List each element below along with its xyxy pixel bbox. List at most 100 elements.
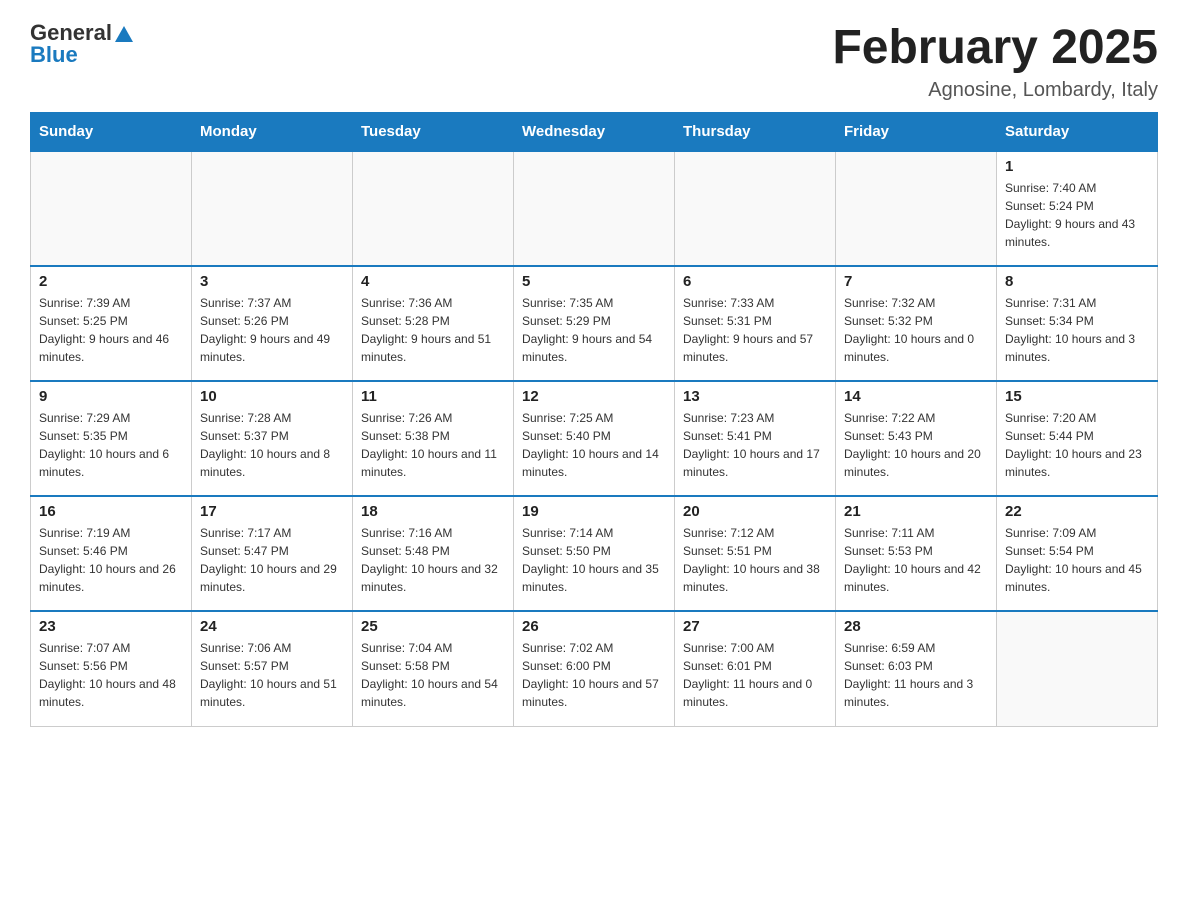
- table-row: 12 Sunrise: 7:25 AMSunset: 5:40 PMDayligh…: [514, 381, 675, 496]
- day-info: Sunrise: 7:39 AMSunset: 5:25 PMDaylight:…: [39, 294, 183, 366]
- day-number: 21: [844, 503, 988, 520]
- day-info: Sunrise: 7:02 AMSunset: 6:00 PMDaylight:…: [522, 639, 666, 711]
- day-number: 18: [361, 503, 505, 520]
- day-info: Sunrise: 7:19 AMSunset: 5:46 PMDaylight:…: [39, 524, 183, 596]
- day-number: 20: [683, 503, 827, 520]
- table-row: 20 Sunrise: 7:12 AMSunset: 5:51 PMDayligh…: [675, 496, 836, 611]
- table-row: 13Sunrise: 7:23 AMSunset: 5:41 PMDayligh…: [675, 381, 836, 496]
- day-number: 9: [39, 388, 183, 405]
- table-row: 18 Sunrise: 7:16 AMSunset: 5:48 PMDayligh…: [353, 496, 514, 611]
- calendar-week-1: 1 Sunrise: 7:40 AMSunset: 5:24 PMDaylight…: [31, 151, 1158, 266]
- day-number: 4: [361, 273, 505, 290]
- table-row: 27Sunrise: 7:00 AMSunset: 6:01 PMDayligh…: [675, 611, 836, 726]
- day-number: 3: [200, 273, 344, 290]
- table-row: 26 Sunrise: 7:02 AMSunset: 6:00 PMDayligh…: [514, 611, 675, 726]
- day-number: 2: [39, 273, 183, 290]
- col-wednesday: Wednesday: [514, 113, 675, 152]
- table-row: [836, 151, 997, 266]
- day-info: Sunrise: 7:31 AMSunset: 5:34 PMDaylight:…: [1005, 294, 1149, 366]
- day-number: 24: [200, 618, 344, 635]
- table-row: 28 Sunrise: 6:59 AMSunset: 6:03 PMDayligh…: [836, 611, 997, 726]
- day-number: 1: [1005, 158, 1149, 175]
- day-info: Sunrise: 7:12 AMSunset: 5:51 PMDaylight:…: [683, 524, 827, 596]
- calendar-week-5: 23Sunrise: 7:07 AMSunset: 5:56 PMDayligh…: [31, 611, 1158, 726]
- day-number: 8: [1005, 273, 1149, 290]
- table-row: 8 Sunrise: 7:31 AMSunset: 5:34 PMDaylight…: [997, 266, 1158, 381]
- page-header: General Blue February 2025 Agnosine, Lom…: [30, 20, 1158, 102]
- day-info: Sunrise: 7:00 AMSunset: 6:01 PMDaylight:…: [683, 639, 827, 711]
- table-row: 16Sunrise: 7:19 AMSunset: 5:46 PMDayligh…: [31, 496, 192, 611]
- table-row: 6 Sunrise: 7:33 AMSunset: 5:31 PMDaylight…: [675, 266, 836, 381]
- col-sunday: Sunday: [31, 113, 192, 152]
- day-info: Sunrise: 7:35 AMSunset: 5:29 PMDaylight:…: [522, 294, 666, 366]
- table-row: 17 Sunrise: 7:17 AMSunset: 5:47 PMDayligh…: [192, 496, 353, 611]
- day-info: Sunrise: 7:37 AMSunset: 5:26 PMDaylight:…: [200, 294, 344, 366]
- day-info: Sunrise: 7:11 AMSunset: 5:53 PMDaylight:…: [844, 524, 988, 596]
- day-number: 5: [522, 273, 666, 290]
- table-row: 23Sunrise: 7:07 AMSunset: 5:56 PMDayligh…: [31, 611, 192, 726]
- day-info: Sunrise: 7:09 AMSunset: 5:54 PMDaylight:…: [1005, 524, 1149, 596]
- day-info: Sunrise: 7:32 AMSunset: 5:32 PMDaylight:…: [844, 294, 988, 366]
- table-row: 10 Sunrise: 7:28 AMSunset: 5:37 PMDayligh…: [192, 381, 353, 496]
- day-number: 25: [361, 618, 505, 635]
- table-row: [192, 151, 353, 266]
- day-number: 10: [200, 388, 344, 405]
- day-info: Sunrise: 7:22 AMSunset: 5:43 PMDaylight:…: [844, 409, 988, 481]
- logo-blue: Blue: [30, 42, 78, 68]
- day-number: 19: [522, 503, 666, 520]
- table-row: 4 Sunrise: 7:36 AMSunset: 5:28 PMDaylight…: [353, 266, 514, 381]
- table-row: 11 Sunrise: 7:26 AMSunset: 5:38 PMDayligh…: [353, 381, 514, 496]
- day-info: Sunrise: 6:59 AMSunset: 6:03 PMDaylight:…: [844, 639, 988, 711]
- table-row: [353, 151, 514, 266]
- day-info: Sunrise: 7:33 AMSunset: 5:31 PMDaylight:…: [683, 294, 827, 366]
- day-number: 26: [522, 618, 666, 635]
- table-row: 25Sunrise: 7:04 AMSunset: 5:58 PMDayligh…: [353, 611, 514, 726]
- day-number: 28: [844, 618, 988, 635]
- table-row: [997, 611, 1158, 726]
- calendar-week-2: 2 Sunrise: 7:39 AMSunset: 5:25 PMDaylight…: [31, 266, 1158, 381]
- day-info: Sunrise: 7:14 AMSunset: 5:50 PMDaylight:…: [522, 524, 666, 596]
- day-info: Sunrise: 7:28 AMSunset: 5:37 PMDaylight:…: [200, 409, 344, 481]
- table-row: [514, 151, 675, 266]
- col-tuesday: Tuesday: [353, 113, 514, 152]
- logo: General Blue: [30, 20, 133, 68]
- day-info: Sunrise: 7:16 AMSunset: 5:48 PMDaylight:…: [361, 524, 505, 596]
- day-number: 17: [200, 503, 344, 520]
- table-row: 2 Sunrise: 7:39 AMSunset: 5:25 PMDaylight…: [31, 266, 192, 381]
- day-info: Sunrise: 7:25 AMSunset: 5:40 PMDaylight:…: [522, 409, 666, 481]
- calendar-week-4: 16Sunrise: 7:19 AMSunset: 5:46 PMDayligh…: [31, 496, 1158, 611]
- day-info: Sunrise: 7:40 AMSunset: 5:24 PMDaylight:…: [1005, 179, 1149, 251]
- day-number: 23: [39, 618, 183, 635]
- table-row: 14 Sunrise: 7:22 AMSunset: 5:43 PMDayligh…: [836, 381, 997, 496]
- calendar-week-3: 9 Sunrise: 7:29 AMSunset: 5:35 PMDaylight…: [31, 381, 1158, 496]
- day-info: Sunrise: 7:26 AMSunset: 5:38 PMDaylight:…: [361, 409, 505, 481]
- table-row: 19 Sunrise: 7:14 AMSunset: 5:50 PMDayligh…: [514, 496, 675, 611]
- table-row: 22Sunrise: 7:09 AMSunset: 5:54 PMDayligh…: [997, 496, 1158, 611]
- table-row: 21 Sunrise: 7:11 AMSunset: 5:53 PMDayligh…: [836, 496, 997, 611]
- title-block: February 2025 Agnosine, Lombardy, Italy: [832, 20, 1158, 102]
- col-friday: Friday: [836, 113, 997, 152]
- table-row: 5 Sunrise: 7:35 AMSunset: 5:29 PMDaylight…: [514, 266, 675, 381]
- logo-triangle-icon: [115, 26, 133, 42]
- col-thursday: Thursday: [675, 113, 836, 152]
- col-monday: Monday: [192, 113, 353, 152]
- calendar-table: Sunday Monday Tuesday Wednesday Thursday…: [30, 112, 1158, 727]
- table-row: 9 Sunrise: 7:29 AMSunset: 5:35 PMDaylight…: [31, 381, 192, 496]
- day-info: Sunrise: 7:06 AMSunset: 5:57 PMDaylight:…: [200, 639, 344, 711]
- calendar-header-row: Sunday Monday Tuesday Wednesday Thursday…: [31, 113, 1158, 152]
- day-number: 14: [844, 388, 988, 405]
- day-info: Sunrise: 7:17 AMSunset: 5:47 PMDaylight:…: [200, 524, 344, 596]
- day-number: 15: [1005, 388, 1149, 405]
- table-row: [675, 151, 836, 266]
- col-saturday: Saturday: [997, 113, 1158, 152]
- day-number: 13: [683, 388, 827, 405]
- day-number: 11: [361, 388, 505, 405]
- table-row: 7 Sunrise: 7:32 AMSunset: 5:32 PMDaylight…: [836, 266, 997, 381]
- day-info: Sunrise: 7:29 AMSunset: 5:35 PMDaylight:…: [39, 409, 183, 481]
- day-number: 7: [844, 273, 988, 290]
- day-info: Sunrise: 7:20 AMSunset: 5:44 PMDaylight:…: [1005, 409, 1149, 481]
- day-number: 12: [522, 388, 666, 405]
- day-number: 6: [683, 273, 827, 290]
- day-info: Sunrise: 7:36 AMSunset: 5:28 PMDaylight:…: [361, 294, 505, 366]
- table-row: 15 Sunrise: 7:20 AMSunset: 5:44 PMDayligh…: [997, 381, 1158, 496]
